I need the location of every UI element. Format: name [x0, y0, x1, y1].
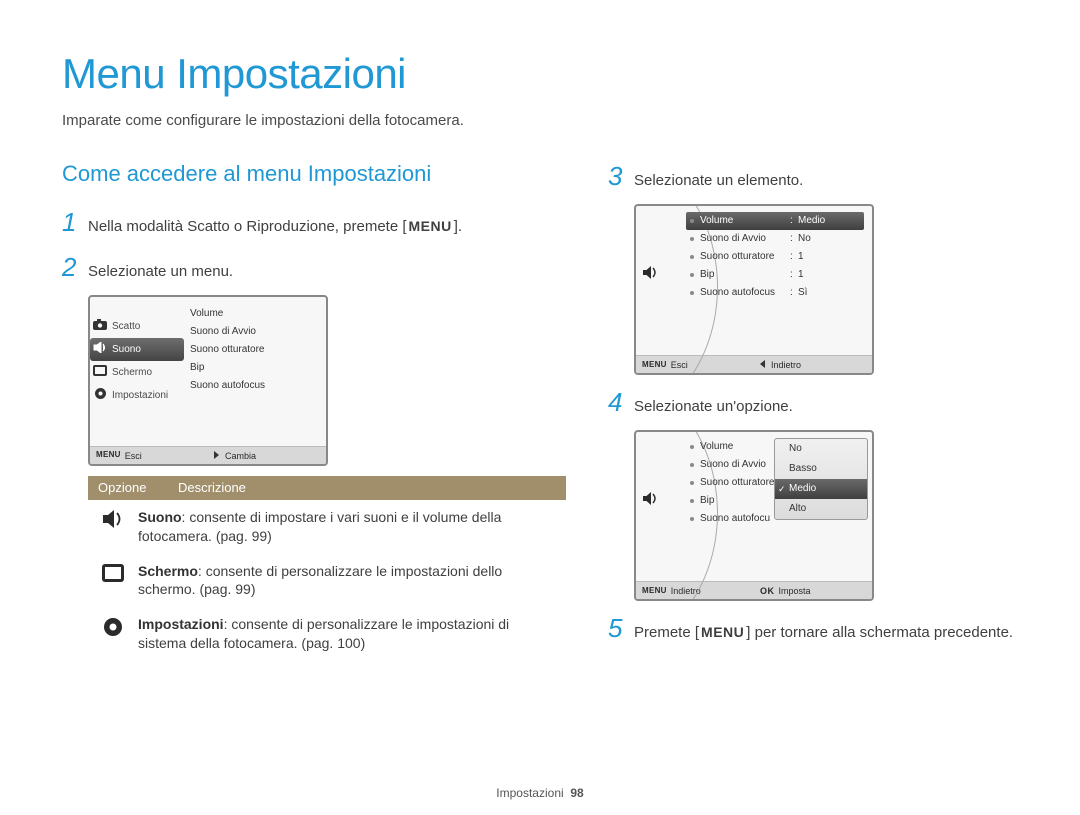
step-2-text: Selezionate un menu. — [88, 262, 233, 282]
setting-row: Volume:Medio — [686, 212, 864, 230]
menu-item-label: Scatto — [112, 320, 140, 334]
camera-screen-3: Volume Suono di Avvio Suono otturatore B… — [634, 430, 874, 601]
header-description: Descrizione — [172, 479, 246, 497]
section-title: Come accedere al menu Impostazioni — [62, 159, 566, 189]
footer-indietro: Indietro — [771, 359, 801, 371]
setting-row: Suono di Avvio:No — [690, 230, 868, 248]
step-4: 4 Selezionate un'opzione. — [608, 385, 1018, 420]
step-number: 5 — [608, 611, 634, 646]
step-number: 1 — [62, 205, 88, 240]
camera-icon — [92, 319, 108, 335]
menu-item-suono: Suono — [90, 338, 184, 361]
arrow-left-icon — [760, 359, 767, 371]
menu-item-label: Impostazioni — [112, 389, 168, 403]
step-5-text-a: Premete [ — [634, 624, 699, 641]
option-row-suono: Suono: consente di impostare i vari suon… — [88, 500, 566, 554]
left-column: Come accedere al menu Impostazioni 1 Nel… — [62, 159, 566, 661]
sound-icon — [642, 266, 658, 284]
menu-item-label: Suono — [112, 343, 141, 357]
list-item: Suono di Avvio — [188, 325, 256, 339]
menu-icon: MENU — [699, 623, 746, 642]
popup-option-selected: Medio — [775, 479, 867, 499]
page-subtitle: Imparate come configurare le impostazion… — [62, 111, 1018, 131]
display-icon — [92, 365, 108, 381]
page-footer: Impostazioni 98 — [0, 785, 1080, 801]
list-item: Bip — [188, 361, 204, 375]
setting-row: Suono autofocus:Sì — [690, 284, 868, 302]
arrow-right-icon — [214, 450, 221, 462]
ok-icon: OK — [760, 585, 775, 597]
step-1-text-a: Nella modalità Scatto o Riproduzione, pr… — [88, 218, 407, 235]
step-1-text-b: ]. — [454, 218, 462, 235]
sound-icon — [88, 508, 138, 528]
options-popup: No Basso Medio Alto — [774, 438, 868, 520]
menu-icon: MENU — [96, 450, 121, 461]
sound-icon — [642, 492, 658, 510]
camera-screen-2: Volume:Medio Suono di Avvio:No Suono ott… — [634, 204, 874, 375]
option-desc: : consente di impostare i vari suoni e i… — [138, 509, 501, 544]
menu-item-schermo: Schermo — [90, 361, 188, 384]
gear-icon — [88, 615, 138, 637]
list-item: Volume — [188, 307, 223, 321]
options-table-header: Opzione Descrizione — [88, 476, 566, 500]
step-4-text: Selezionate un'opzione. — [634, 397, 793, 417]
option-name: Impostazioni — [138, 616, 224, 632]
setting-row: Suono otturatore:1 — [690, 248, 868, 266]
popup-option: No — [775, 439, 867, 459]
camera-screen-1: Scatto Suono Schermo — [88, 295, 328, 466]
step-2: 2 Selezionate un menu. — [62, 250, 566, 285]
right-column: 3 Selezionate un elemento. Volume:Medio … — [608, 159, 1018, 661]
option-row-schermo: Schermo: consente di personalizzare le i… — [88, 554, 566, 608]
popup-option: Alto — [775, 499, 867, 519]
page-title: Menu Impostazioni — [62, 46, 1018, 103]
step-1: 1 Nella modalità Scatto o Riproduzione, … — [62, 205, 566, 240]
menu-icon: MENU — [407, 217, 454, 236]
menu-item-scatto: Scatto — [90, 315, 188, 338]
footer-esci: Esci — [125, 450, 142, 462]
option-row-impostazioni: Impostazioni: consente di personalizzare… — [88, 607, 566, 661]
step-5-text-b: ] per tornare alla schermata precedente. — [746, 624, 1013, 641]
footer-label: Impostazioni — [496, 786, 563, 800]
step-3-text: Selezionate un elemento. — [634, 171, 803, 191]
list-item: Suono autofocus — [188, 379, 265, 393]
display-icon — [88, 562, 138, 582]
menu-item-label: Schermo — [112, 366, 152, 380]
gear-icon — [92, 387, 108, 405]
step-number: 2 — [62, 250, 88, 285]
step-number: 4 — [608, 385, 634, 420]
header-option: Opzione — [88, 479, 172, 497]
list-item: Suono otturatore — [188, 343, 265, 357]
popup-option: Basso — [775, 459, 867, 479]
setting-row: Bip:1 — [690, 266, 868, 284]
footer-imposta: Imposta — [779, 585, 811, 597]
option-name: Schermo — [138, 563, 198, 579]
page-number: 98 — [570, 786, 583, 800]
sound-icon — [92, 342, 108, 358]
footer-cambia: Cambia — [225, 450, 256, 462]
option-name: Suono — [138, 509, 182, 525]
step-5: 5 Premete [MENU] per tornare alla scherm… — [608, 611, 1018, 646]
step-number: 3 — [608, 159, 634, 194]
menu-item-impostazioni: Impostazioni — [90, 384, 188, 407]
step-3: 3 Selezionate un elemento. — [608, 159, 1018, 194]
